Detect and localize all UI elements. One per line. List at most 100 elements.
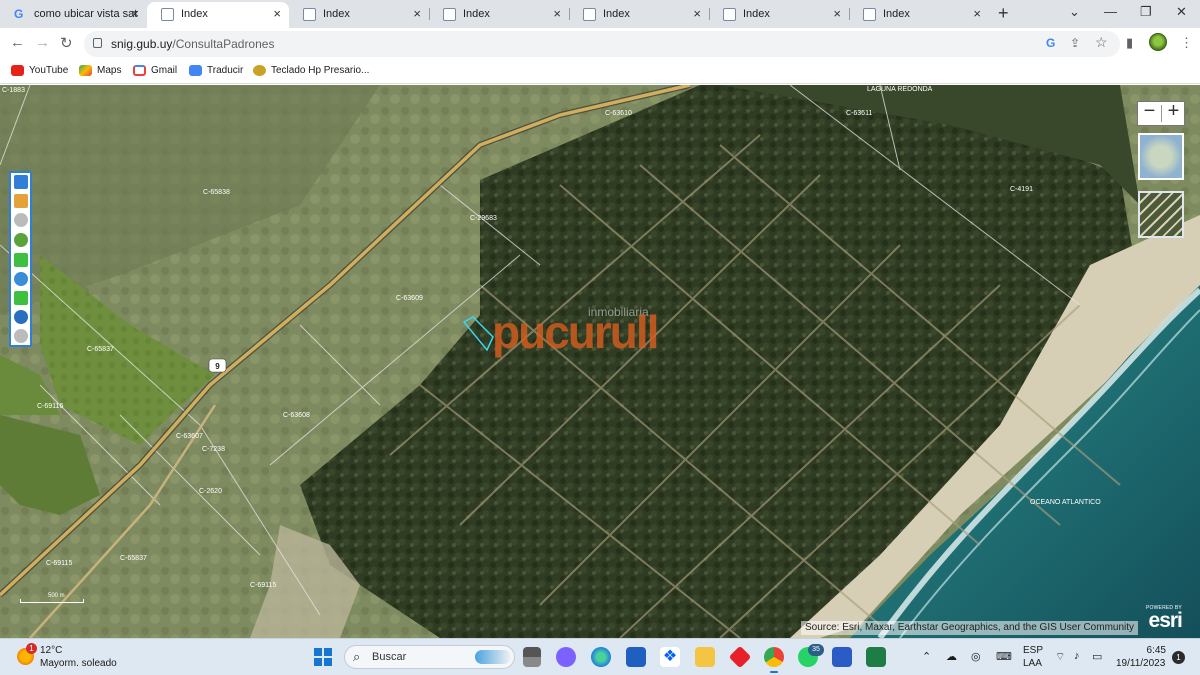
clock-date[interactable]: 19/11/2023 xyxy=(1116,658,1165,670)
teams-chat-icon[interactable] xyxy=(556,647,576,667)
keyboard-tray-icon[interactable]: ⌨ xyxy=(996,650,1012,663)
edge-icon[interactable] xyxy=(591,647,611,667)
file-explorer-icon[interactable] xyxy=(695,647,715,667)
back-icon[interactable]: ← xyxy=(10,34,25,51)
chrome-icon[interactable] xyxy=(764,647,784,673)
map-imagery[interactable]: 9 C-1883 C-63610 C-63611 LAGUNA REDONDA … xyxy=(0,85,1200,638)
restore-icon[interactable]: ❐ xyxy=(1140,4,1152,20)
bookmark-youtube[interactable]: YouTube xyxy=(11,64,68,78)
bookmark-star-icon[interactable]: ☆ xyxy=(1095,34,1108,51)
address-bar[interactable]: snig.gub.uy/ConsultaPadrones G ⇪ ☆ xyxy=(84,31,1120,57)
parcel-label: C-63608 xyxy=(283,412,310,419)
tab-title: como ubicar vista sat xyxy=(34,8,138,20)
close-window-icon[interactable]: ✕ xyxy=(1176,4,1187,20)
basemap-parcels-thumbnail[interactable] xyxy=(1138,191,1184,238)
parcel-label: C-1883 xyxy=(2,87,25,94)
weather-condition[interactable]: Mayorm. soleado xyxy=(40,658,117,670)
home-icon[interactable] xyxy=(14,175,28,189)
clock-time[interactable]: 6:45 xyxy=(1134,645,1166,657)
tab-index[interactable]: Index × xyxy=(429,2,569,28)
onedrive-icon[interactable]: ☁ xyxy=(946,650,957,663)
url-text[interactable]: snig.gub.uy/ConsultaPadrones xyxy=(111,37,274,51)
parcel-label: C-7238 xyxy=(202,446,225,453)
parcel-label: C-29683 xyxy=(470,215,497,222)
close-icon[interactable]: × xyxy=(413,2,421,26)
parcel-label: C-65837 xyxy=(120,555,147,562)
forward-arrow-icon[interactable] xyxy=(14,291,28,305)
tab-index[interactable]: Index × xyxy=(849,2,989,28)
close-icon[interactable]: × xyxy=(973,2,981,26)
scale-label: 500 m xyxy=(48,593,65,599)
globe-icon[interactable] xyxy=(14,272,28,286)
bookmark-maps[interactable]: Maps xyxy=(79,64,121,78)
close-icon[interactable]: × xyxy=(553,2,561,26)
tab-index[interactable]: Index × xyxy=(289,2,429,28)
forward-icon[interactable]: → xyxy=(35,34,50,51)
store-icon[interactable] xyxy=(626,647,646,667)
map-attribution: Source: Esri, Maxar, Earthstar Geographi… xyxy=(801,621,1139,635)
new-tab-button[interactable]: + xyxy=(998,3,1009,24)
translate-icon xyxy=(189,65,202,76)
tab-index[interactable]: Index × xyxy=(569,2,709,28)
battery-icon[interactable]: ▭ xyxy=(1092,650,1102,663)
satellite-map[interactable]: 9 C-1883 C-63610 C-63611 LAGUNA REDONDA … xyxy=(0,85,1200,638)
tab-index[interactable]: Index × xyxy=(709,2,849,28)
excel-icon[interactable] xyxy=(866,647,886,667)
bookmark-teclado[interactable]: Teclado Hp Presario... xyxy=(253,64,369,78)
language-indicator[interactable]: ESP xyxy=(1023,645,1043,657)
tab-search-icon[interactable]: ⌄ xyxy=(1069,4,1080,20)
parcel-label: C-63609 xyxy=(396,295,423,302)
profile-avatar[interactable] xyxy=(1149,33,1167,51)
task-view-icon[interactable] xyxy=(523,647,541,667)
tab-title: Index xyxy=(883,8,910,20)
word-icon[interactable] xyxy=(832,647,852,667)
layers-icon[interactable] xyxy=(14,233,28,247)
language-layout[interactable]: LAA xyxy=(1023,658,1042,670)
show-hidden-icons[interactable]: ⌃ xyxy=(922,650,931,663)
search-icon: ⌕ xyxy=(353,649,361,664)
parcel-label: C-63607 xyxy=(176,433,203,440)
side-panel-icon[interactable]: ▮ xyxy=(1126,35,1133,51)
back-arrow-icon[interactable] xyxy=(14,253,28,267)
basemap-uruguay-thumbnail[interactable] xyxy=(1138,133,1184,180)
page-icon xyxy=(161,8,174,21)
pencil-icon[interactable] xyxy=(14,194,28,208)
place-label: LAGUNA REDONDA xyxy=(867,86,933,93)
close-icon[interactable]: × xyxy=(131,2,139,26)
reload-icon[interactable]: ↻ xyxy=(60,34,73,52)
notification-badge[interactable]: 1 xyxy=(1172,651,1185,664)
bookmark-gmail[interactable]: Gmail xyxy=(133,64,177,78)
wifi-icon[interactable]: ⌔ xyxy=(1055,650,1065,664)
anydesk-icon[interactable] xyxy=(728,645,752,669)
volume-icon[interactable]: ♪ xyxy=(1074,650,1080,662)
google-lens-icon[interactable]: G xyxy=(1046,36,1055,50)
share-icon[interactable]: ⇪ xyxy=(1070,36,1080,50)
close-icon[interactable]: × xyxy=(273,2,281,26)
measure-icon[interactable] xyxy=(14,329,28,343)
parcel-label: C-65838 xyxy=(203,189,230,196)
lock-icon[interactable] xyxy=(93,38,102,48)
tab-index-active[interactable]: Index × xyxy=(147,2,289,28)
parcel-label: C-63610 xyxy=(605,110,632,117)
parcel-label: C-2620 xyxy=(199,488,222,495)
esri-logo: POWERED BY esri xyxy=(1146,605,1183,632)
full-extent-icon[interactable] xyxy=(14,310,28,324)
zoom-search-icon[interactable] xyxy=(14,213,28,227)
minimize-icon[interactable]: — xyxy=(1104,4,1117,19)
windows-start-button[interactable] xyxy=(314,648,332,666)
bookmark-traducir[interactable]: Traducir xyxy=(189,64,243,78)
tab-google[interactable]: G como ubicar vista sat × xyxy=(0,2,147,28)
menu-icon[interactable]: ⋮ xyxy=(1180,35,1193,51)
taskbar-search[interactable]: ⌕ Buscar xyxy=(344,645,515,669)
weather-temperature[interactable]: 12°C xyxy=(40,645,62,657)
dropbox-icon[interactable]: ❖ xyxy=(660,647,680,667)
bluetooth-phone-icon[interactable]: ◎ xyxy=(971,650,981,663)
close-icon[interactable]: × xyxy=(833,2,841,26)
zoom-in-button[interactable]: + xyxy=(1162,100,1185,123)
scale-bar xyxy=(20,599,84,603)
close-icon[interactable]: × xyxy=(693,2,701,26)
search-label: Buscar xyxy=(372,651,407,663)
taskbar: 1 12°C Mayorm. soleado ⌕ Buscar ❖ 35 ⌃ ☁… xyxy=(0,638,1200,675)
parcel-label: C-69115 xyxy=(46,560,72,567)
zoom-out-button[interactable]: − xyxy=(1138,100,1161,123)
